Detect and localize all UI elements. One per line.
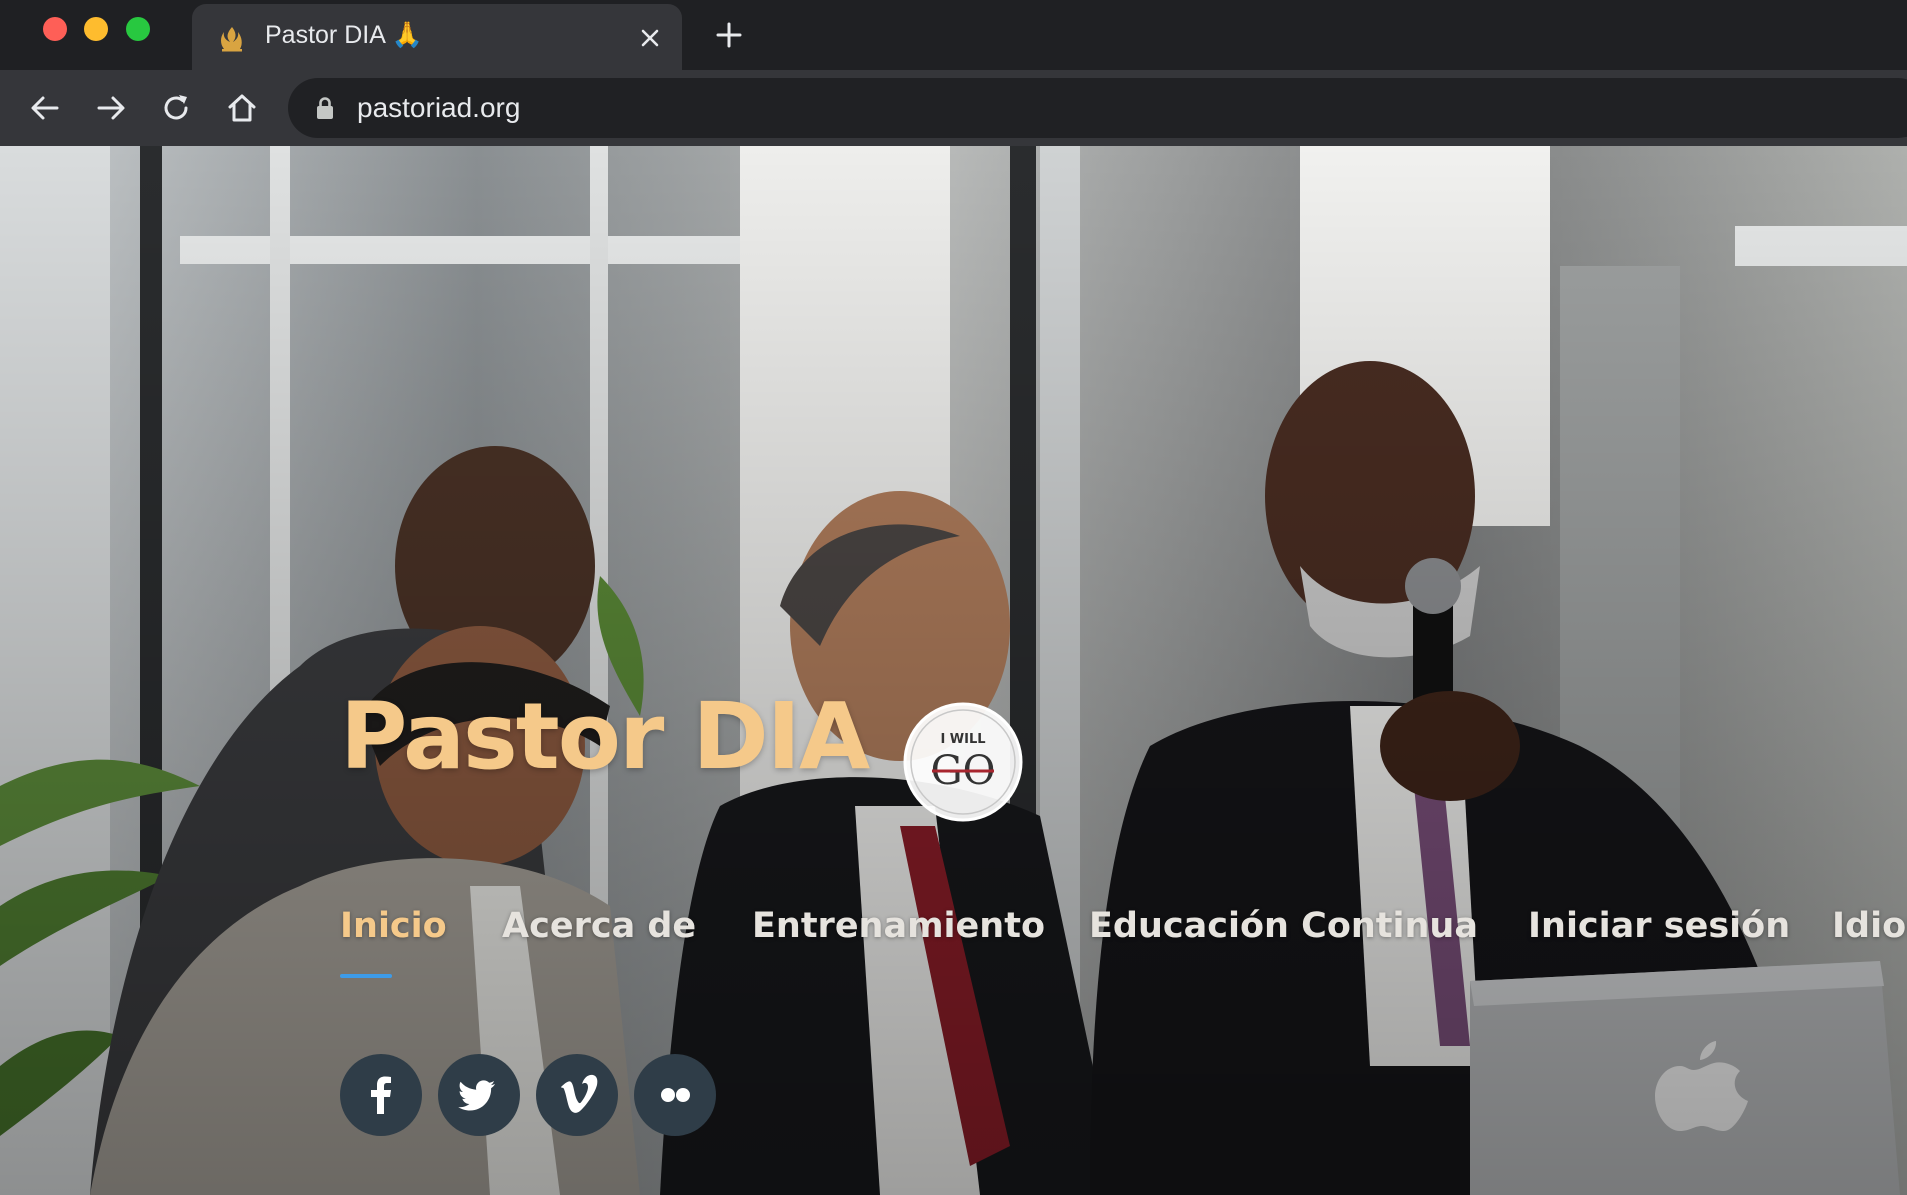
nav-item-inicio[interactable]: Inicio: [340, 906, 447, 946]
home-icon[interactable]: [224, 90, 260, 126]
twitter-button[interactable]: [438, 1054, 520, 1136]
address-bar[interactable]: pastoriad.org: [288, 78, 1907, 138]
twitter-icon: [458, 1080, 495, 1111]
flickr-icon: [661, 1088, 690, 1102]
url-text[interactable]: pastoriad.org: [357, 92, 520, 124]
nav-item-idioma[interactable]: Idior: [1832, 906, 1907, 946]
nav-item-iniciar-sesion[interactable]: Iniciar sesión: [1528, 906, 1790, 946]
close-icon[interactable]: [638, 26, 662, 50]
site-title[interactable]: Pastor DIA: [340, 691, 870, 783]
vimeo-icon: [561, 1074, 598, 1113]
tab-title: Pastor DIA 🙏: [265, 21, 423, 49]
badge-small-text: I WILL: [940, 732, 985, 747]
adventist-flame-icon: [221, 27, 242, 52]
back-icon[interactable]: [27, 90, 63, 126]
nav-item-educacion-continua[interactable]: Educación Continua: [1089, 906, 1478, 946]
window-minimize-button[interactable]: [84, 17, 108, 41]
browser-tab-strip: Pastor DIA 🙏: [0, 0, 1907, 70]
window-maximize-button[interactable]: [126, 17, 150, 41]
browser-toolbar: pastoriad.org: [0, 70, 1907, 146]
vimeo-button[interactable]: [536, 1054, 618, 1136]
forward-icon[interactable]: [93, 90, 129, 126]
reload-icon[interactable]: [158, 90, 194, 126]
facebook-button[interactable]: [340, 1054, 422, 1136]
nav-item-entrenamiento[interactable]: Entrenamiento: [752, 906, 1045, 946]
browser-tab-active[interactable]: Pastor DIA 🙏: [192, 4, 682, 70]
plus-icon[interactable]: [714, 20, 744, 50]
flickr-button[interactable]: [634, 1054, 716, 1136]
hero-section: Pastor DIA I WILL GO Inicio Acerca de En…: [0, 146, 1907, 1195]
active-nav-indicator: [340, 974, 392, 978]
main-navigation: Inicio Acerca de Entrenamiento Educación…: [0, 906, 1907, 966]
window-close-button[interactable]: [43, 17, 67, 41]
nav-item-acerca-de[interactable]: Acerca de: [502, 906, 696, 946]
facebook-icon: [371, 1076, 391, 1114]
lock-icon: [317, 97, 333, 119]
hero-background-photo: [0, 146, 1907, 1195]
i-will-go-badge[interactable]: I WILL GO: [902, 701, 1024, 823]
